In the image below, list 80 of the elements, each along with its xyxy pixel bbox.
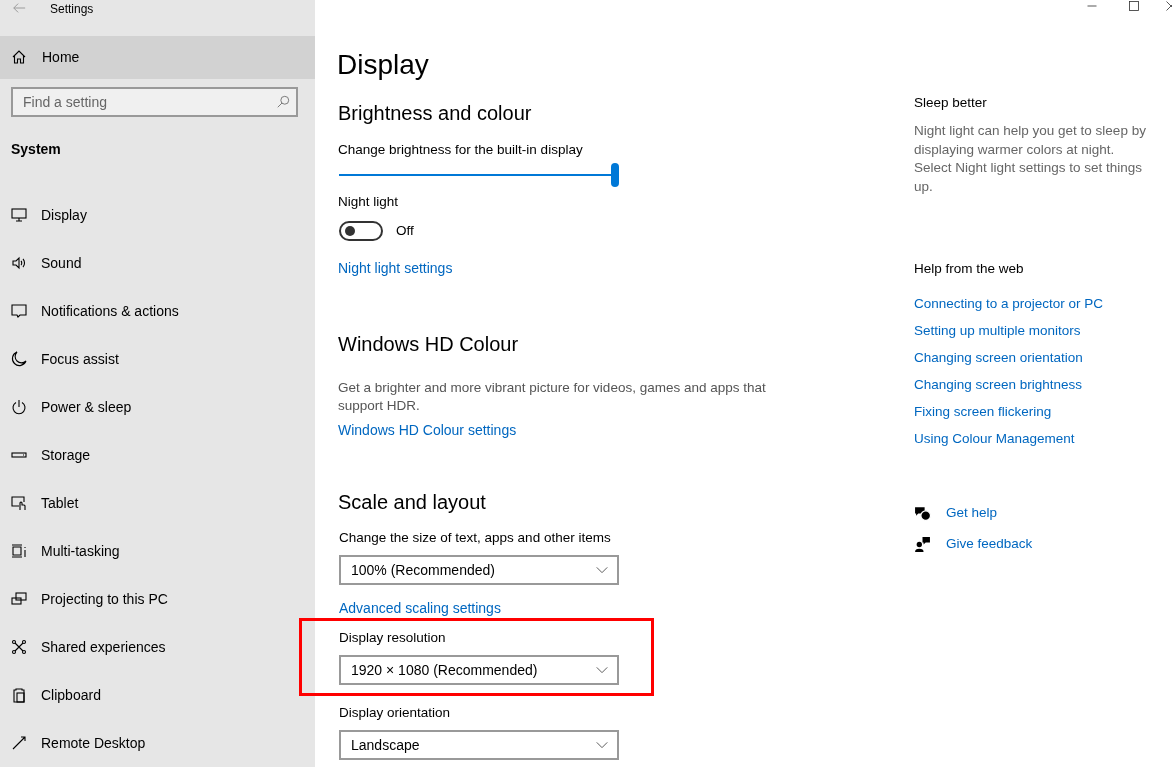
sidebar-item[interactable]: Tablet (0, 479, 315, 527)
home-label: Home (42, 49, 80, 66)
projector-screens-icon (11, 591, 27, 607)
sidebar-item[interactable]: Multi-tasking (0, 527, 315, 575)
slider-thumb[interactable] (611, 163, 619, 187)
dropdown[interactable]: Landscape (339, 730, 619, 760)
window-title: Settings (50, 2, 94, 16)
section-heading: Scale and layout (338, 490, 487, 515)
sidebar-item-label: Multi-tasking (41, 543, 120, 559)
sidebar-item[interactable]: Projecting to this PC (0, 575, 315, 623)
sidebar-item[interactable]: Display (0, 191, 315, 239)
sidebar-item[interactable]: Remote Desktop (0, 719, 315, 767)
sidebar-item[interactable]: Shared experiences (0, 623, 315, 671)
help-link[interactable]: Fixing screen flickering (914, 403, 1052, 421)
slider-label: Change brightness for the built-in display (338, 141, 584, 159)
dropdown-label: Display resolution (339, 629, 447, 647)
section-heading: Brightness and colour (338, 101, 533, 126)
speech-bubble-icon (11, 303, 27, 319)
brightness-slider[interactable] (337, 163, 617, 187)
power-icon (11, 399, 27, 415)
dropdown-label: Display orientation (339, 704, 452, 722)
help-link[interactable]: Changing screen brightness (914, 376, 1083, 394)
help-action-link[interactable]: Get help (946, 504, 998, 522)
help-link[interactable]: Connecting to a projector or PC (914, 295, 1104, 313)
sidebar-item[interactable]: Clipboard (0, 671, 315, 719)
aside-heading: Help from the web (914, 260, 1025, 278)
toggle-label: Night light (338, 193, 400, 211)
tablet-touch-icon (11, 495, 27, 511)
sidebar-item-label: Storage (41, 447, 91, 463)
sidebar-item-label: Notifications & actions (41, 303, 179, 319)
search-field[interactable]: Find a setting (11, 87, 298, 117)
help-link[interactable]: Setting up multiple monitors (914, 322, 1081, 340)
sidebar-item-label: Tablet (41, 495, 79, 511)
night-light-link[interactable]: Night light settings (338, 259, 453, 277)
sidebar-item[interactable]: Sound (0, 239, 315, 287)
help-action-link[interactable]: Give feedback (946, 535, 1033, 553)
sidebar-item-label: Shared experiences (41, 639, 166, 655)
maximize-icon (1128, 0, 1140, 12)
monitor-icon (11, 207, 27, 223)
sidebar-item[interactable]: Notifications & actions (0, 287, 315, 335)
toggle-state: Off (396, 222, 414, 240)
toggle-switch[interactable] (339, 221, 383, 241)
back-arrow-icon (12, 1, 26, 15)
hdr-description: Get a brighter and more vibrant picture for videos, games and apps that support HDR. (338, 379, 767, 415)
moon-icon (11, 351, 27, 367)
speaker-icon (11, 255, 27, 271)
dropdown-value: Landscape (351, 737, 420, 753)
sidebar-item-label: Power & sleep (41, 399, 132, 415)
multitask-icon (11, 543, 27, 559)
sidebar-item-label: Projecting to this PC (41, 591, 168, 607)
person-speech-icon (914, 535, 931, 553)
aside-heading: Sleep better (914, 94, 988, 112)
sidebar-item-label: Display (41, 207, 87, 223)
sidebar-item-label: Clipboard (41, 687, 101, 703)
section-heading: Windows HD Colour (338, 332, 520, 357)
dropdown-value: 1920 × 1080 (Recommended) (351, 662, 538, 678)
hdr-settings-link[interactable]: Windows HD Colour settings (338, 421, 517, 439)
advanced-scaling-link[interactable]: Advanced scaling settings (339, 599, 501, 617)
dropdown-value: 100% (Recommended) (351, 562, 495, 578)
help-link[interactable]: Using Colour Management (914, 430, 1075, 448)
sidebar-item-label: Remote Desktop (41, 735, 146, 751)
sidebar-item-label: Focus assist (41, 351, 119, 367)
section-heading: System (11, 141, 62, 157)
home-nav-item[interactable]: Home (0, 35, 315, 79)
aside-text: Night light can help you get to sleep by displaying warmer colors at night. Select Night light settings to set things up. (914, 122, 1146, 196)
dropdown[interactable]: 100% (Recommended) (339, 555, 619, 585)
page-title: Display (337, 48, 430, 82)
remote-arrows-icon (11, 735, 27, 751)
search-icon (276, 95, 290, 109)
sidebar-item[interactable]: Storage (0, 431, 315, 479)
sidebar-item[interactable]: Focus assist (0, 335, 315, 383)
question-bubbles-icon (914, 504, 931, 522)
home-icon (11, 49, 27, 66)
help-link[interactable]: Changing screen orientation (914, 349, 1083, 367)
network-nodes-icon (11, 639, 27, 655)
sidebar-item-label: Sound (41, 255, 82, 271)
sidebar-item[interactable]: Power & sleep (0, 383, 315, 431)
clipboard-icon (11, 687, 27, 703)
dropdown-label: Change the size of text, apps and other items (339, 529, 612, 547)
dropdown[interactable]: 1920 × 1080 (Recommended) (339, 655, 619, 685)
